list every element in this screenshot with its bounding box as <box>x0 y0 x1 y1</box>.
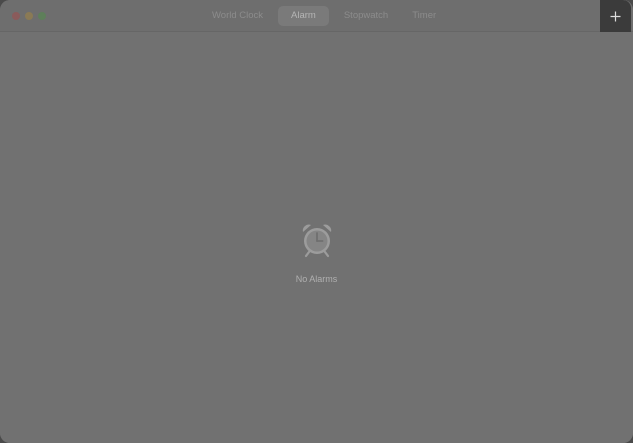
add-alarm-button[interactable] <box>600 0 631 32</box>
plus-icon <box>610 11 621 21</box>
maximize-window-button[interactable] <box>38 12 46 20</box>
tab-world-clock[interactable]: World Clock <box>203 6 272 26</box>
empty-state: No Alarms <box>0 222 633 284</box>
clock-app-window: World Clock Alarm Stopwatch Timer No Ala… <box>0 0 633 443</box>
alarm-list-area: No Alarms <box>0 32 633 443</box>
tab-alarm[interactable]: Alarm <box>278 6 329 26</box>
no-alarms-label: No Alarms <box>295 274 338 284</box>
alarm-clock-icon <box>302 224 331 258</box>
tab-bar: World Clock Alarm Stopwatch Timer <box>203 6 451 26</box>
minimize-window-button[interactable] <box>25 12 33 20</box>
tab-stopwatch[interactable]: Stopwatch <box>335 6 397 26</box>
close-window-button[interactable] <box>12 12 20 20</box>
title-bar: World Clock Alarm Stopwatch Timer <box>0 0 633 32</box>
tab-timer[interactable]: Timer <box>403 6 445 26</box>
